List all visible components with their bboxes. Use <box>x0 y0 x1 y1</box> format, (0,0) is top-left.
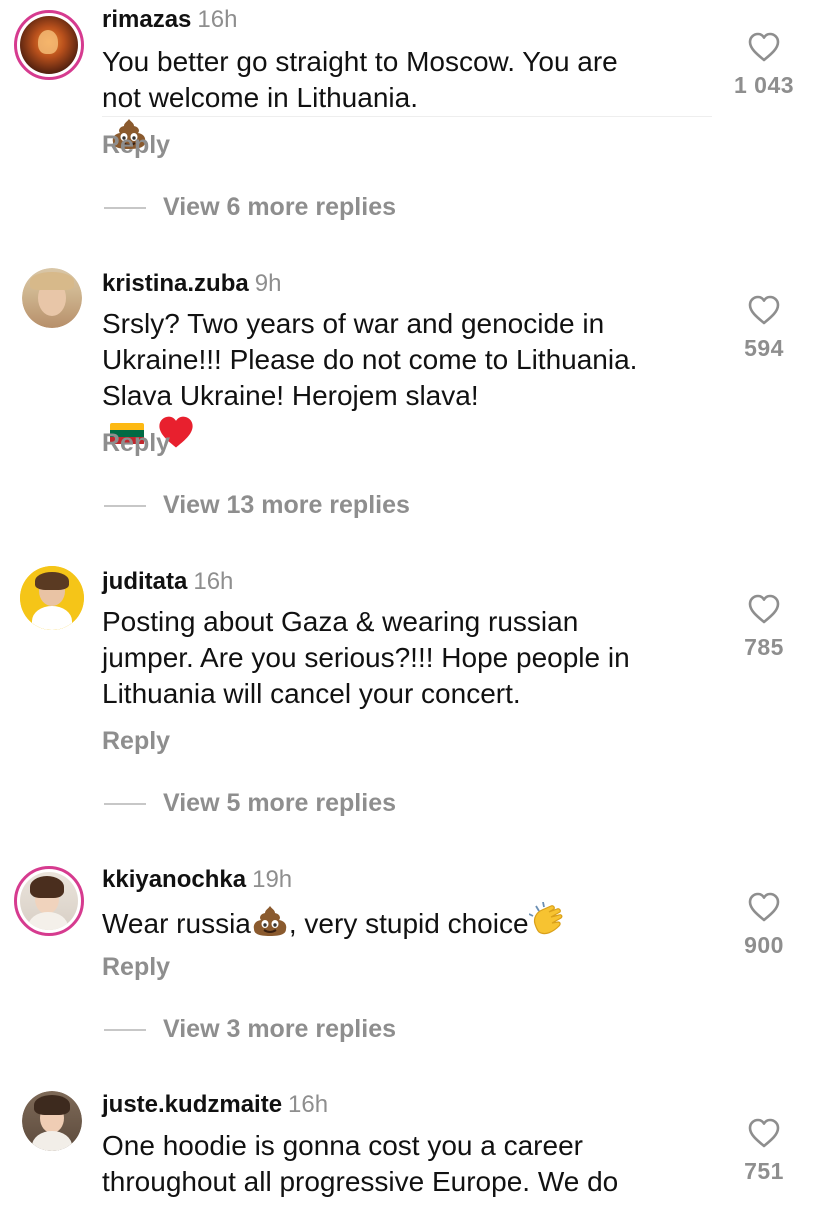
avatar[interactable] <box>14 866 84 936</box>
username[interactable]: rimazas <box>102 6 191 33</box>
like-button[interactable]: 900 <box>728 892 800 959</box>
heart-outline-icon[interactable] <box>748 594 780 624</box>
heart-outline-icon[interactable] <box>748 892 780 922</box>
like-count: 594 <box>744 335 784 361</box>
timestamp: 16h <box>197 6 238 33</box>
comment-line: , very stupid choice <box>288 907 529 939</box>
like-button[interactable]: 594 <box>728 295 800 362</box>
heart-outline-icon[interactable] <box>748 32 780 62</box>
reply-button[interactable]: Reply <box>102 429 170 458</box>
comment-text: One hoodie is gonna cost you a career th… <box>102 1128 712 1200</box>
comment-line: Posting about Gaza & wearing russian <box>102 606 579 637</box>
like-count: 900 <box>744 932 784 958</box>
reply-button[interactable]: Reply <box>102 953 170 982</box>
comment-line: Ukraine!!! Please do not come to Lithuan… <box>102 344 638 375</box>
reply-button[interactable]: Reply <box>102 131 170 160</box>
username[interactable]: juditata <box>102 568 187 595</box>
view-more-label: View 13 more replies <box>163 491 410 519</box>
comment-line: not welcome in Lithuania. <box>102 82 418 113</box>
flag-russia-icon <box>438 86 472 108</box>
avatar[interactable] <box>22 1091 82 1151</box>
comment-line: jumper. Are you serious?!!! Hope people … <box>102 642 630 673</box>
comment-text: Wear russia , very stupid choice <box>102 901 712 949</box>
divider <box>104 207 146 209</box>
pile-of-poo-icon <box>251 904 289 947</box>
comment-line: Srsly? Two years of war and genocide in <box>102 308 605 339</box>
timestamp: 16h <box>193 568 234 595</box>
like-count: 785 <box>744 634 784 660</box>
divider <box>104 505 146 507</box>
view-more-label: View 5 more replies <box>163 789 396 817</box>
avatar[interactable] <box>20 566 84 630</box>
comment-text: You better go straight to Moscow. You ar… <box>102 44 712 160</box>
comment-line: One hoodie is gonna cost you a career <box>102 1130 583 1161</box>
username[interactable]: kristina.zuba <box>102 270 249 297</box>
comment-line: Slava Ukraine! Herojem slava! <box>102 380 479 411</box>
heart-outline-icon[interactable] <box>748 295 780 325</box>
clapping-hands-icon <box>528 901 569 949</box>
divider <box>104 803 146 805</box>
heart-outline-icon[interactable] <box>748 1118 780 1148</box>
view-more-label: View 6 more replies <box>163 193 396 221</box>
comment-text: Srsly? Two years of war and genocide in … <box>102 306 712 459</box>
avatar[interactable] <box>14 10 84 80</box>
comment-line: Lithuania will cancel your concert. <box>102 678 521 709</box>
avatar[interactable] <box>22 268 82 328</box>
timestamp: 9h <box>254 270 282 297</box>
view-more-label: View 3 more replies <box>163 1015 396 1043</box>
divider <box>104 1029 146 1031</box>
like-count: 751 <box>744 1158 784 1184</box>
timestamp: 19h <box>252 866 293 893</box>
like-count: 1 043 <box>733 72 795 98</box>
comment-line: You better go straight to Moscow. You ar… <box>102 46 618 77</box>
username[interactable]: juste.kudzmaite <box>102 1091 282 1118</box>
comment-line: throughout all progressive Europe. We do <box>102 1166 619 1197</box>
username[interactable]: kkiyanochka <box>102 866 246 893</box>
like-button[interactable]: 751 <box>728 1118 800 1185</box>
like-button[interactable]: 785 <box>728 594 800 661</box>
like-button[interactable]: 1 043 <box>728 32 800 99</box>
comment-line: Wear russia <box>102 907 251 939</box>
reply-button[interactable]: Reply <box>102 727 170 756</box>
timestamp: 16h <box>288 1091 329 1118</box>
comment-text: Posting about Gaza & wearing russian jum… <box>102 604 712 712</box>
flag-ukraine-icon <box>500 384 534 406</box>
